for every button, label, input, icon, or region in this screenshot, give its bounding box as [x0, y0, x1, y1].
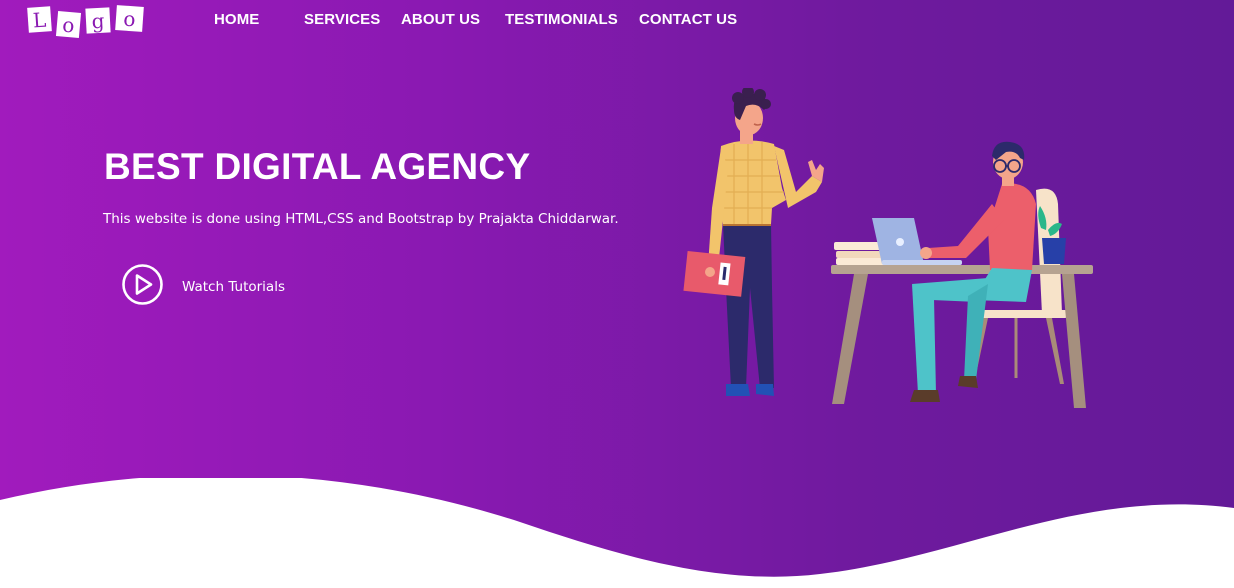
hero-title: BEST DIGITAL AGENCY	[104, 146, 531, 187]
logo-letter-o2: o	[115, 5, 144, 32]
nav-services[interactable]: SERVICES	[304, 11, 380, 28]
nav-home[interactable]: HOME	[214, 11, 259, 28]
hero-subtitle: This website is done using HTML,CSS and …	[103, 211, 619, 227]
logo-letter-l: L	[27, 6, 52, 33]
nav-contact-us[interactable]: CONTACT US	[639, 11, 737, 28]
nav-about-us[interactable]: ABOUT US	[401, 11, 480, 28]
logo-letter-g: g	[85, 7, 111, 34]
watch-tutorials-label: Watch Tutorials	[182, 278, 285, 295]
logo-letter-o: o	[55, 11, 82, 38]
office-team-illustration	[676, 86, 1106, 417]
watch-tutorials-button[interactable]: Watch Tutorials	[121, 263, 285, 310]
nav-testimonials[interactable]: TESTIMONIALS	[505, 11, 618, 28]
logo[interactable]: L o g o	[27, 5, 144, 38]
play-circle-icon	[121, 263, 164, 310]
bottom-wave	[0, 478, 1234, 588]
